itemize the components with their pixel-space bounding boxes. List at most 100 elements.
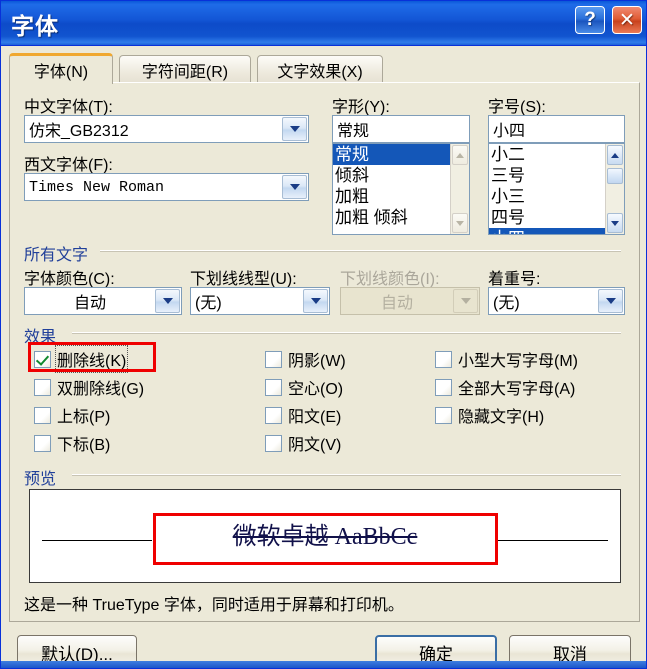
list-item[interactable]: 四号 xyxy=(489,207,605,228)
scroll-thumb[interactable] xyxy=(607,168,623,184)
effects-group-label: 效果 xyxy=(24,329,57,346)
checkbox-subscript[interactable]: 下标(B) xyxy=(34,431,110,455)
scroll-up-icon[interactable] xyxy=(452,145,468,165)
font-style-list[interactable]: 常规 倾斜 加粗 加粗 倾斜 xyxy=(332,143,470,235)
scroll-down-icon[interactable] xyxy=(452,213,468,233)
checkbox-square-icon xyxy=(34,434,51,452)
scroll-down-icon[interactable] xyxy=(607,213,623,233)
font-color-combo[interactable]: 自动 xyxy=(24,287,182,315)
font-dialog: 字体 ? ✕ 字体(N) 字符间距(R) 文字效果(X) 中文字体(T): 仿宋… xyxy=(0,0,647,669)
chevron-down-icon[interactable] xyxy=(155,289,180,313)
effects-group-divider xyxy=(72,332,621,334)
checkbox-subscript-label: 下标(B) xyxy=(57,437,111,454)
list-item[interactable]: 倾斜 xyxy=(333,165,450,186)
checkbox-outline-label: 空心(O) xyxy=(288,381,344,398)
font-color-label: 字体颜色(C): xyxy=(24,271,115,288)
font-size-input[interactable]: 小四 xyxy=(488,115,625,143)
underline-color-label: 下划线颜色(I): xyxy=(340,271,440,288)
tab-character-spacing-label: 字符间距(R) xyxy=(141,63,229,81)
list-item[interactable]: 小四 xyxy=(489,228,605,234)
checkbox-all-caps[interactable]: 全部大写字母(A) xyxy=(435,375,575,399)
preview-box: 微软卓越 AaBbCc xyxy=(29,489,621,583)
chevron-down-icon[interactable] xyxy=(282,175,307,199)
checkbox-emboss-label: 阳文(E) xyxy=(288,409,342,426)
tab-text-effects-label: 文字效果(X) xyxy=(277,63,363,81)
checkbox-square-icon xyxy=(435,406,452,424)
checkbox-square-icon xyxy=(265,350,282,368)
chevron-down-icon xyxy=(453,289,478,313)
font-size-list[interactable]: 小二 三号 小三 四号 小四 xyxy=(488,143,625,235)
font-size-list-items: 小二 三号 小三 四号 小四 xyxy=(489,144,605,234)
preview-sample-text: 微软卓越 AaBbCc xyxy=(232,524,418,550)
checkbox-double-strikethrough[interactable]: 双删除线(G) xyxy=(34,375,144,399)
font-style-scrollbar[interactable] xyxy=(450,144,469,234)
tab-font[interactable]: 字体(N) xyxy=(9,53,113,84)
tab-character-spacing[interactable]: 字符间距(R) xyxy=(119,55,251,83)
font-style-label: 字形(Y): xyxy=(332,99,390,116)
emphasis-mark-combo[interactable]: (无) xyxy=(488,287,625,315)
chevron-down-icon[interactable] xyxy=(598,289,623,313)
help-icon[interactable]: ? xyxy=(575,6,605,34)
scroll-up-icon[interactable] xyxy=(607,145,623,165)
western-font-value: Times New Roman xyxy=(29,178,165,196)
list-item[interactable]: 常规 xyxy=(333,144,450,165)
tab-strip: 字体(N) 字符间距(R) 文字效果(X) xyxy=(9,53,640,84)
checkbox-outline[interactable]: 空心(O) xyxy=(265,375,343,399)
checkbox-engrave-label: 阴文(V) xyxy=(288,437,342,454)
font-style-value: 常规 xyxy=(337,123,370,140)
checkbox-engrave[interactable]: 阴文(V) xyxy=(265,431,341,455)
window-title: 字体 xyxy=(11,13,59,39)
checkbox-square-icon xyxy=(34,378,51,396)
checkbox-small-caps-label: 小型大写字母(M) xyxy=(458,353,578,370)
emphasis-mark-label: 着重号: xyxy=(488,271,541,288)
checkbox-small-caps[interactable]: 小型大写字母(M) xyxy=(435,347,578,371)
font-size-label: 字号(S): xyxy=(488,99,546,116)
all-text-group-label: 所有文字 xyxy=(24,247,89,264)
checkbox-emboss[interactable]: 阳文(E) xyxy=(265,403,341,427)
checkbox-superscript[interactable]: 上标(P) xyxy=(34,403,110,427)
font-style-list-items: 常规 倾斜 加粗 加粗 倾斜 xyxy=(333,144,450,234)
list-item[interactable]: 小三 xyxy=(489,186,605,207)
western-font-combo[interactable]: Times New Roman xyxy=(24,173,309,201)
tab-text-effects[interactable]: 文字效果(X) xyxy=(257,55,383,83)
underline-style-label: 下划线线型(U): xyxy=(190,271,297,288)
checkbox-square-icon xyxy=(265,378,282,396)
chevron-down-icon[interactable] xyxy=(303,289,328,313)
checkbox-hidden-text[interactable]: 隐藏文字(H) xyxy=(435,403,544,427)
font-description: 这是一种 TrueType 字体，同时适用于屏幕和打印机。 xyxy=(24,597,404,614)
close-icon[interactable]: ✕ xyxy=(612,6,642,34)
title-bar: 字体 ? ✕ xyxy=(1,1,646,46)
checkbox-strikethrough-label: 删除线(K) xyxy=(54,345,129,373)
list-item[interactable]: 小二 xyxy=(489,144,605,165)
tab-font-label: 字体(N) xyxy=(33,64,89,81)
checkbox-all-caps-label: 全部大写字母(A) xyxy=(458,381,576,398)
font-tab-page: 中文字体(T): 仿宋_GB2312 西文字体(F): Times New Ro… xyxy=(9,82,640,622)
list-item[interactable]: 加粗 xyxy=(333,186,450,207)
checkbox-square-icon xyxy=(435,350,452,368)
checkbox-hidden-text-label: 隐藏文字(H) xyxy=(458,409,545,426)
preview-group-divider xyxy=(72,474,621,476)
underline-color-combo: 自动 xyxy=(340,287,480,315)
list-item[interactable]: 三号 xyxy=(489,165,605,186)
chevron-down-icon[interactable] xyxy=(282,117,307,141)
underline-style-combo[interactable]: (无) xyxy=(190,287,330,315)
checkbox-strikethrough[interactable]: 删除线(K) xyxy=(34,345,129,373)
western-font-label: 西文字体(F): xyxy=(24,157,113,174)
underline-style-value: (无) xyxy=(195,295,222,312)
checkbox-superscript-label: 上标(P) xyxy=(57,409,111,426)
chinese-font-label: 中文字体(T): xyxy=(24,99,113,116)
chinese-font-combo[interactable]: 仿宋_GB2312 xyxy=(24,115,309,143)
all-text-group-divider xyxy=(100,250,621,252)
checkbox-double-strikethrough-label: 双删除线(G) xyxy=(57,381,145,398)
checkmark-icon xyxy=(34,350,51,368)
checkbox-square-icon xyxy=(265,434,282,452)
font-style-input[interactable]: 常规 xyxy=(332,115,470,143)
checkbox-shadow[interactable]: 阴影(W) xyxy=(265,347,346,371)
bottom-accent-bar xyxy=(1,661,646,668)
chinese-font-value: 仿宋_GB2312 xyxy=(29,123,129,140)
font-color-value: 自动 xyxy=(73,295,106,312)
font-size-scrollbar[interactable] xyxy=(605,144,624,234)
list-item[interactable]: 加粗 倾斜 xyxy=(333,207,450,228)
checkbox-square-icon xyxy=(265,406,282,424)
checkbox-square-icon xyxy=(435,378,452,396)
